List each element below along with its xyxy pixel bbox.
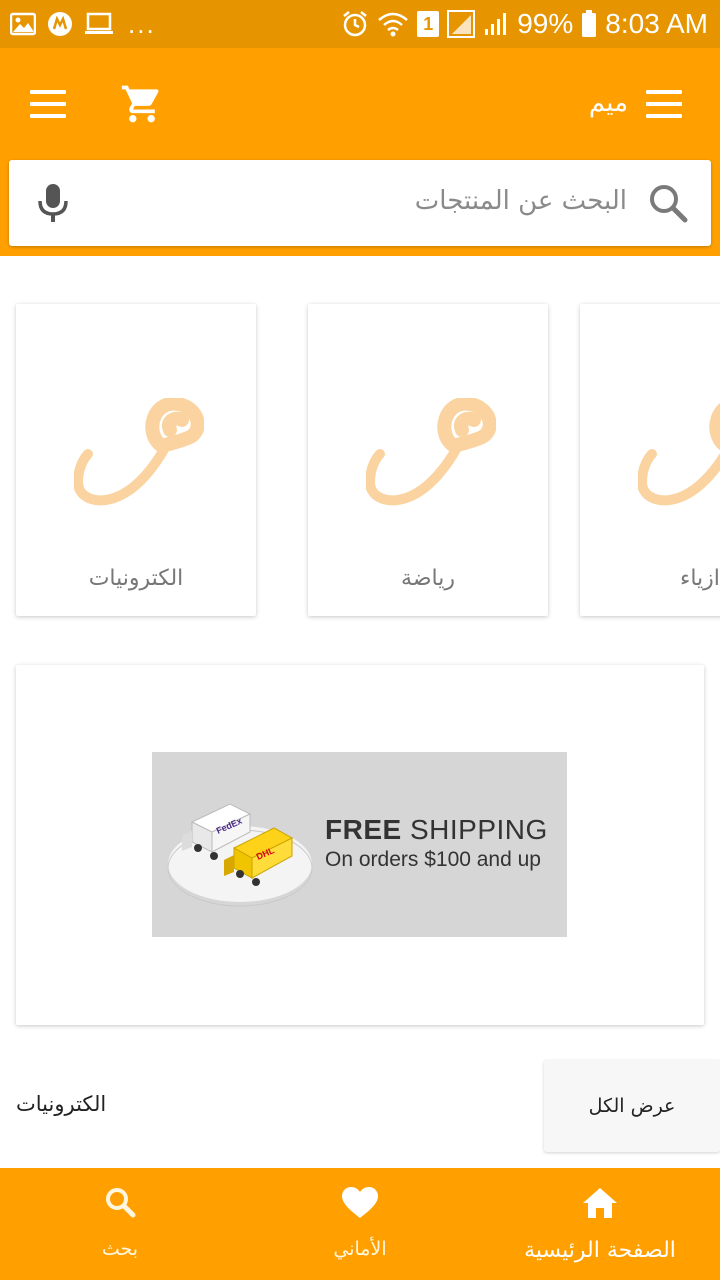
app-screen: ... 1 99% 8:03 AM ميم البحث عن المنتجات … [0,0,720,1280]
app-notification-icon [46,10,74,38]
alarm-icon [341,10,369,38]
category-card[interactable]: ازياء [580,304,720,616]
nav-wishlist-label: الأماني [333,1238,387,1260]
banner-title-rest: SHIPPING [401,814,548,845]
sim-badge-text: 1 [423,13,434,34]
mic-icon[interactable] [37,182,69,224]
search-icon [104,1186,136,1222]
category-label: الكترونيات [88,566,184,591]
section-title: الكترونيات [16,1092,107,1116]
search-icon [647,182,689,224]
promo-banner[interactable]: FedEx DHL FREE SHIPPING On orders $100 a… [16,665,704,1025]
app-title: ميم [588,88,628,118]
laptop-icon [84,12,114,36]
category-card[interactable]: رياضة [308,304,548,616]
signal-icon [483,11,509,37]
status-bar: ... 1 99% 8:03 AM [0,0,720,48]
wifi-icon [377,11,409,37]
clock: 8:03 AM [605,8,708,39]
brand-logo-icon [74,398,204,506]
image-icon [10,12,36,36]
banner-subtitle: On orders $100 and up [325,848,541,871]
battery-icon [581,10,597,38]
banner-title-bold: FREE [325,814,402,845]
menu-icon[interactable] [646,90,682,120]
brand-logo-icon [366,398,496,506]
heart-icon [341,1186,379,1224]
free-shipping-banner-image: FedEx DHL FREE SHIPPING On orders $100 a… [152,752,567,937]
category-label: ازياء [680,566,720,591]
view-all-button[interactable]: عرض الكل [544,1060,720,1152]
category-label: رياضة [401,566,455,591]
sim-badge: 1 [417,11,440,37]
battery-percent: 99% [517,8,574,39]
bottom-navigation: الصفحة الرئيسية الأماني بحث [0,1168,720,1280]
menu-icon[interactable] [30,90,66,120]
nav-home[interactable]: الصفحة الرئيسية [480,1168,720,1280]
category-card[interactable]: الكترونيات [16,304,256,616]
nav-search[interactable]: بحث [40,1168,200,1280]
more-notifications: ... [128,8,156,39]
sim-signal-icon [447,10,476,38]
search-input[interactable]: البحث عن المنتجات [9,160,711,246]
app-bar: ميم البحث عن المنتجات [0,48,720,256]
cart-icon[interactable] [120,82,164,126]
nav-search-label: بحث [101,1238,139,1260]
nav-wishlist[interactable]: الأماني [260,1168,460,1280]
search-placeholder: البحث عن المنتجات [414,186,627,216]
home-icon [581,1186,619,1224]
nav-home-label: الصفحة الرئيسية [524,1238,676,1263]
banner-title: FREE SHIPPING [325,814,548,846]
brand-logo-icon [638,403,720,506]
